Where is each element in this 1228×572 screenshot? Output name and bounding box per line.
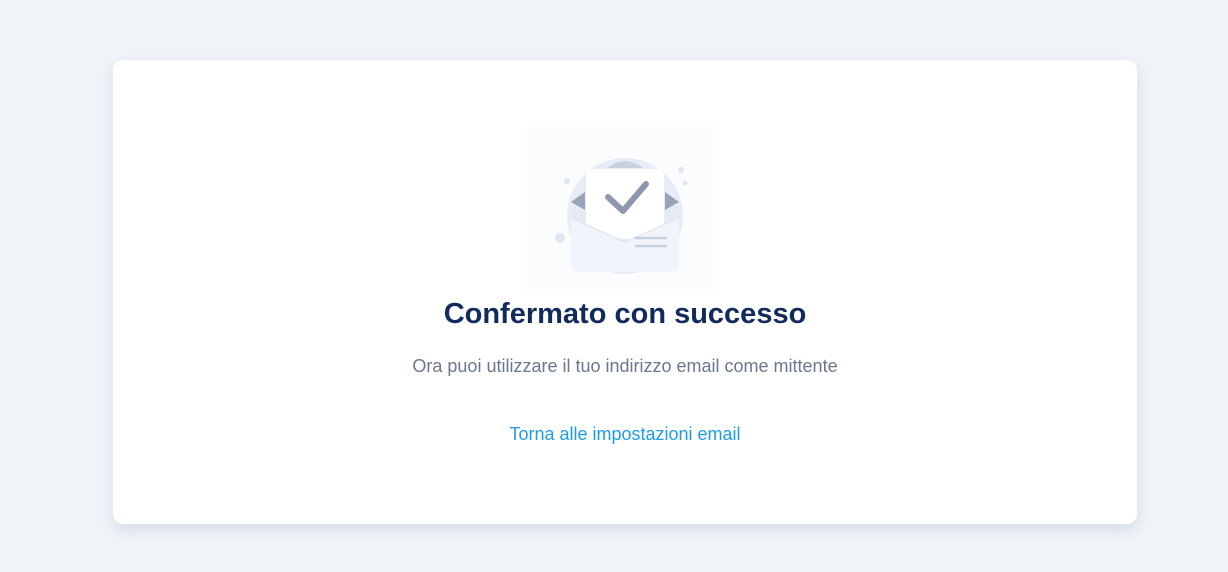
confirmation-title: Confermato con successo: [443, 298, 807, 330]
back-link-container: Torna alle impostazioni email: [113, 422, 1137, 446]
confirmation-message: Ora puoi utilizzare il tuo indirizzo ema…: [412, 356, 838, 376]
back-to-email-settings-link[interactable]: Torna alle impostazioni email: [509, 424, 740, 444]
confirmation-card: Confermato con successo Ora puoi utilizz…: [113, 60, 1137, 524]
envelope-check-icon: [527, 126, 719, 294]
